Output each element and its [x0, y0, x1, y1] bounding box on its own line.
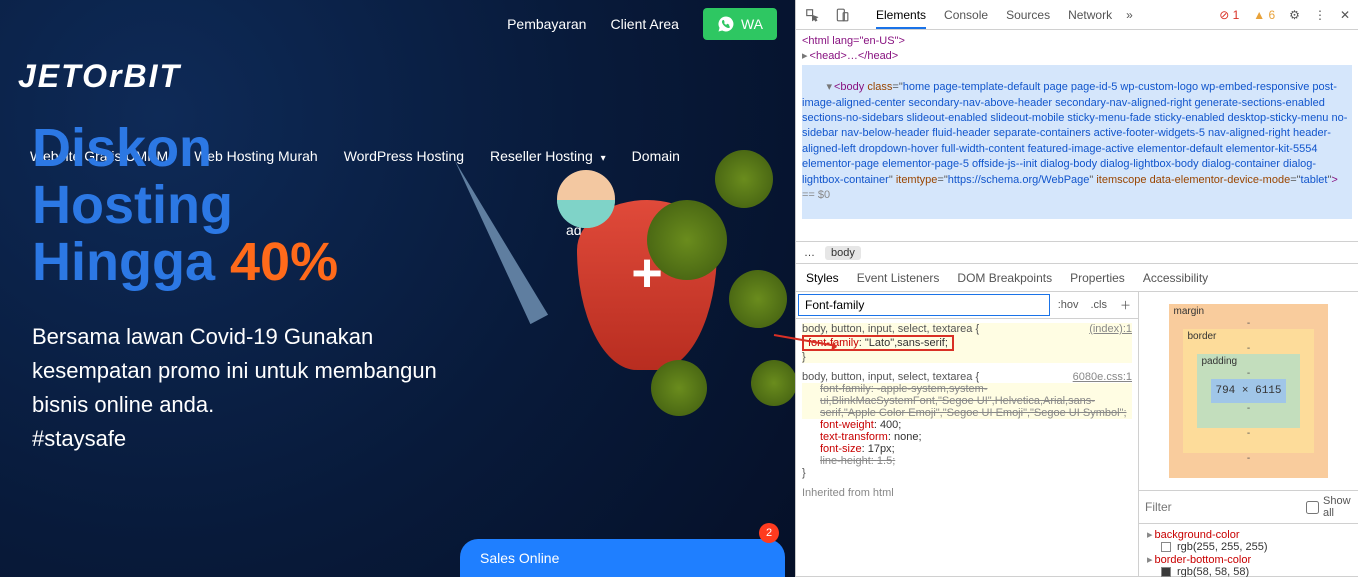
- tab-elements[interactable]: Elements: [876, 8, 926, 29]
- virus-icon: [651, 360, 707, 416]
- rule1-source[interactable]: (index):1: [1089, 323, 1132, 335]
- box-model[interactable]: margin - border - padding - 794 × 6115 -: [1139, 292, 1358, 490]
- website-viewport: Pembayaran Client Area WA JETOrBIT Websi…: [0, 0, 795, 577]
- css-rule-1[interactable]: (index):1 body, button, input, select, t…: [802, 323, 1132, 363]
- sales-badge: 2: [759, 523, 779, 543]
- devtools-tabs: Elements Console Sources Network: [876, 8, 1112, 22]
- hero-body: Bersama lawan Covid-19 Gunakan kesempata…: [32, 320, 472, 456]
- subtab-event-listeners[interactable]: Event Listeners: [857, 271, 940, 285]
- dom-tree[interactable]: <html lang="en-US"> ▸<head>…</head> ▾<bo…: [796, 30, 1358, 242]
- styles-filter-input[interactable]: [798, 294, 1050, 316]
- dom-breadcrumb[interactable]: … body: [796, 242, 1358, 264]
- topbar-pay[interactable]: Pembayaran: [507, 16, 586, 32]
- show-all-toggle[interactable]: Show all: [1306, 495, 1352, 519]
- virus-icon: [729, 270, 787, 328]
- hov-toggle[interactable]: :hov: [1052, 299, 1085, 311]
- styles-filter-row: :hov .cls ＋: [796, 292, 1138, 319]
- css-rules[interactable]: (index):1 body, button, input, select, t…: [796, 319, 1138, 503]
- sales-chat-widget[interactable]: Sales Online 2: [460, 539, 785, 577]
- subtab-accessibility[interactable]: Accessibility: [1143, 271, 1208, 285]
- hero-illustration: [457, 160, 787, 460]
- whatsapp-button[interactable]: WA: [703, 8, 777, 40]
- settings-icon[interactable]: ⚙: [1289, 8, 1300, 22]
- computed-list[interactable]: ▸background-color rgb(255, 255, 255) ▸bo…: [1139, 524, 1358, 577]
- new-style-rule-icon[interactable]: ＋: [1113, 296, 1138, 314]
- close-icon[interactable]: ✕: [1340, 8, 1350, 22]
- crumb-dots[interactable]: …: [804, 247, 815, 259]
- tab-sources[interactable]: Sources: [1006, 8, 1050, 22]
- cls-toggle[interactable]: .cls: [1085, 299, 1114, 311]
- rule2-source[interactable]: 6080e.css:1: [1073, 371, 1132, 383]
- error-count[interactable]: ⊘ 1: [1219, 8, 1239, 22]
- virus-icon: [751, 360, 795, 406]
- topbar: Pembayaran Client Area WA: [0, 0, 795, 48]
- device-toggle-icon[interactable]: [834, 7, 850, 23]
- show-all-checkbox[interactable]: [1306, 501, 1319, 514]
- styles-pane: :hov .cls ＋ (index):1 body, button, inpu…: [796, 292, 1138, 576]
- subtab-dom-breakpoints[interactable]: DOM Breakpoints: [957, 271, 1052, 285]
- css-rule-2[interactable]: 6080e.css:1 body, button, input, select,…: [802, 371, 1132, 479]
- tab-console[interactable]: Console: [944, 8, 988, 22]
- subtab-styles[interactable]: Styles: [806, 271, 839, 285]
- sword-icon: [446, 156, 548, 324]
- styles-subtabs: Styles Event Listeners DOM Breakpoints P…: [796, 264, 1358, 292]
- logo[interactable]: JETOrBIT: [18, 58, 181, 95]
- devtools-toolbar: Elements Console Sources Network » ⊘ 1 ▲…: [796, 0, 1358, 30]
- computed-filter-input[interactable]: [1145, 500, 1300, 514]
- inspect-icon[interactable]: [804, 7, 820, 23]
- tab-network[interactable]: Network: [1068, 8, 1112, 22]
- inherited-label: Inherited from html: [802, 487, 1132, 499]
- box-model-content: 794 × 6115: [1211, 379, 1285, 403]
- topbar-client[interactable]: Client Area: [610, 16, 678, 32]
- whatsapp-label: WA: [741, 16, 763, 32]
- warning-count[interactable]: ▲ 6: [1253, 8, 1275, 22]
- virus-icon: [647, 200, 727, 280]
- tabs-more-icon[interactable]: »: [1126, 8, 1133, 22]
- sales-label: Sales Online: [480, 550, 559, 566]
- more-icon[interactable]: ⋮: [1314, 8, 1326, 22]
- hero: Diskon Hosting Hingga 40% Bersama lawan …: [32, 120, 472, 456]
- virus-icon: [715, 150, 773, 208]
- subtab-properties[interactable]: Properties: [1070, 271, 1125, 285]
- computed-filter-row: Show all: [1139, 490, 1358, 524]
- crumb-body[interactable]: body: [825, 246, 861, 260]
- devtools: Elements Console Sources Network » ⊘ 1 ▲…: [795, 0, 1358, 577]
- computed-pane: margin - border - padding - 794 × 6115 -: [1138, 292, 1358, 576]
- whatsapp-icon: [717, 15, 735, 33]
- hero-title: Diskon Hosting Hingga 40%: [32, 120, 472, 292]
